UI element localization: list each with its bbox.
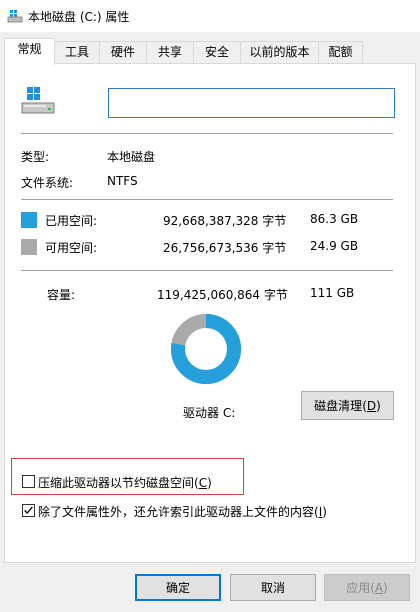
checkmark-icon — [24, 506, 33, 515]
filesystem-label: 文件系统: — [21, 176, 74, 190]
index-checkbox[interactable] — [22, 504, 35, 517]
drive-letter-label: 驱动器 C: — [183, 406, 236, 420]
type-label: 类型: — [21, 150, 50, 164]
index-option[interactable]: 除了文件属性外，还允许索引此驱动器上文件的内容(I) — [38, 503, 327, 520]
tab-security[interactable]: 安全 — [193, 41, 241, 63]
tab-tools[interactable]: 工具 — [54, 41, 100, 63]
compress-option[interactable]: 压缩此驱动器以节约磁盘空间(C) — [38, 474, 212, 491]
used-space-swatch — [21, 212, 37, 228]
separator — [21, 270, 393, 271]
tab-strip: 常规 工具 硬件 共享 安全 以前的版本 配额 — [4, 38, 416, 65]
used-space-bytes: 92,668,387,328 字节 — [163, 214, 287, 228]
type-value: 本地磁盘 — [107, 150, 156, 164]
ok-button[interactable]: 确定 — [135, 574, 221, 601]
hard-drive-icon — [21, 87, 55, 114]
apply-mnemonic: A — [374, 580, 384, 595]
capacity-label: 容量: — [47, 288, 76, 302]
disk-cleanup-mnemonic: D — [366, 398, 377, 413]
capacity-gb: 111 GB — [310, 286, 355, 300]
apply-label: 应用 — [346, 581, 371, 595]
used-space-label: 已用空间: — [45, 214, 98, 228]
used-space-gb: 86.3 GB — [310, 212, 359, 226]
free-space-gb: 24.9 GB — [310, 239, 359, 253]
tab-hardware[interactable]: 硬件 — [99, 41, 147, 63]
compress-label: 压缩此驱动器以节约磁盘空间 — [38, 476, 195, 490]
index-mnemonic: I — [318, 505, 323, 519]
apply-button[interactable]: 应用(A) — [324, 574, 410, 601]
tab-sharing[interactable]: 共享 — [146, 41, 194, 63]
tab-previous-versions[interactable]: 以前的版本 — [240, 41, 319, 63]
drive-name-input[interactable] — [108, 88, 395, 118]
separator — [21, 133, 393, 134]
compress-mnemonic: C — [198, 476, 208, 490]
tab-quota[interactable]: 配额 — [318, 41, 363, 63]
filesystem-value: NTFS — [107, 174, 138, 188]
space-donut-chart — [171, 314, 241, 384]
general-panel: 类型: 本地磁盘 文件系统: NTFS 已用空间: 92,668,387,328… — [4, 63, 416, 563]
title-bar: 本地磁盘 (C:) 属性 — [0, 0, 420, 32]
disk-cleanup-label: 磁盘清理 — [314, 399, 363, 413]
free-space-swatch — [21, 239, 37, 255]
tab-general[interactable]: 常规 — [4, 38, 55, 65]
disk-cleanup-button[interactable]: 磁盘清理(D) — [301, 391, 394, 420]
cancel-button[interactable]: 取消 — [230, 574, 316, 601]
free-space-bytes: 26,756,673,536 字节 — [163, 241, 287, 255]
capacity-bytes: 119,425,060,864 字节 — [157, 288, 288, 302]
index-label: 除了文件属性外，还允许索引此驱动器上文件的内容 — [38, 505, 315, 519]
compress-checkbox[interactable] — [22, 475, 35, 488]
window-title: 本地磁盘 (C:) 属性 — [28, 10, 130, 24]
separator — [21, 199, 393, 200]
drive-icon — [7, 10, 23, 23]
free-space-label: 可用空间: — [45, 241, 98, 255]
